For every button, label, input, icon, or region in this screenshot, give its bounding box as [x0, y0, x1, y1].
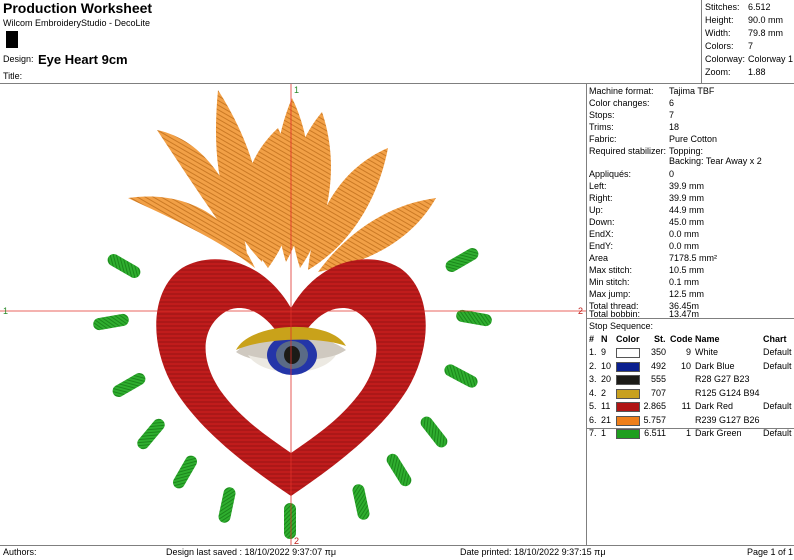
stop-sequence-title: Stop Sequence: [589, 321, 654, 331]
ray [284, 503, 296, 539]
ray [173, 455, 197, 489]
footer-divider [0, 545, 794, 546]
stop-chart: Default [763, 428, 792, 438]
stop-chart: Default [763, 401, 792, 411]
stop-number: 4. [589, 387, 597, 398]
panel-divider [586, 83, 587, 545]
stop-name: Dark Red [695, 401, 734, 411]
summary-divider [701, 0, 702, 84]
axis-label-right: 2 [578, 306, 583, 316]
stop-number: 7. [589, 428, 597, 438]
stop-needle: 1 [601, 428, 607, 438]
ray [456, 309, 492, 327]
axis-label-top: 1 [294, 85, 299, 95]
logo-block [6, 31, 18, 48]
stop-stitches: 492 [650, 360, 666, 371]
axis-label-bottom: 2 [294, 536, 299, 545]
stop-code: 11 [681, 401, 691, 411]
stop-name: R239 G127 B26 [695, 414, 760, 425]
stop-stitches: 5.757 [643, 414, 666, 425]
ray [112, 373, 146, 397]
ray [444, 364, 478, 388]
stop-chart: Default [763, 347, 792, 357]
stop-code: 10 [680, 360, 691, 371]
stop-row: 5. 11 2.865 11 Dark Red Default [587, 401, 794, 414]
title-label: Title: [3, 71, 23, 81]
footer-page: Page 1 of 1 [747, 547, 794, 557]
stop-needle: 2 [601, 387, 607, 398]
footer-authors: Authors: [3, 547, 37, 557]
stop-needle: 9 [601, 347, 607, 357]
stop-chart: Default [763, 360, 792, 371]
ray [352, 484, 370, 520]
ray-group [93, 248, 492, 539]
ray [107, 254, 141, 278]
footer-design-saved: Design last saved : 18/10/2022 9:37:07 π… [166, 547, 337, 557]
color-swatch [616, 388, 640, 399]
stop-name: R125 G124 B94 [695, 387, 760, 398]
color-swatch [616, 402, 640, 412]
color-swatch [616, 429, 640, 439]
axis-label-left: 1 [3, 306, 8, 316]
design-label: Design: [3, 54, 34, 64]
stop-needle: 21 [601, 414, 612, 425]
stop-needle: 11 [601, 401, 611, 411]
stop-number: 3. [589, 374, 597, 384]
ray [93, 313, 129, 331]
ray [218, 487, 236, 523]
stop-stitches: 350 [650, 347, 666, 357]
stop-row: 6. 21 5.757 R239 G127 B26 [587, 415, 794, 428]
stop-stitches: 555 [650, 374, 666, 384]
software-name: Wilcom EmbroideryStudio - DecoLite [3, 18, 151, 28]
color-swatch [616, 348, 640, 358]
stop-needle: 10 [601, 360, 612, 371]
stop-row: 7. 1 6.511 1 Dark Green Default [587, 428, 794, 441]
stop-name: White [695, 347, 719, 357]
stop-stitches: 707 [650, 387, 666, 398]
stop-row: 1. 9 350 9 White Default [587, 347, 794, 360]
stop-code: 9 [685, 347, 691, 357]
stop-number: 6. [589, 414, 597, 425]
stop-row: 3. 20 555 R28 G27 B23 [587, 374, 794, 387]
color-swatch [616, 375, 640, 385]
design-name: Eye Heart 9cm [38, 52, 128, 67]
footer-date-printed: Date printed: 18/10/2022 9:37:15 πμ [460, 547, 606, 557]
stop-number: 5. [589, 401, 597, 411]
stop-number: 1. [589, 347, 597, 357]
stop-stitches: 2.865 [643, 401, 666, 411]
ray [386, 453, 412, 487]
ray [445, 248, 479, 272]
stop-row: 2. 10 492 10 Dark Blue Default [587, 361, 794, 374]
ray [137, 418, 165, 450]
stop-code: 1 [685, 428, 691, 438]
stop-stitches: 6.511 [644, 428, 666, 438]
stop-number: 2. [589, 360, 597, 371]
stop-name: R28 G27 B23 [695, 374, 750, 384]
color-swatch [616, 361, 640, 372]
color-swatch [616, 415, 640, 426]
worksheet-title: Production Worksheet [3, 0, 153, 16]
flame-group [128, 90, 436, 272]
stop-name: Dark Green [695, 428, 742, 438]
stop-table-header: # N Color St. Code Name Chart [589, 334, 787, 344]
stop-name: Dark Blue [695, 360, 735, 371]
ray [420, 416, 448, 448]
design-preview: 1 2 1 2 [0, 84, 586, 545]
stop-row: 4. 2 707 R125 G124 B94 [587, 388, 794, 401]
stop-needle: 20 [601, 374, 612, 384]
